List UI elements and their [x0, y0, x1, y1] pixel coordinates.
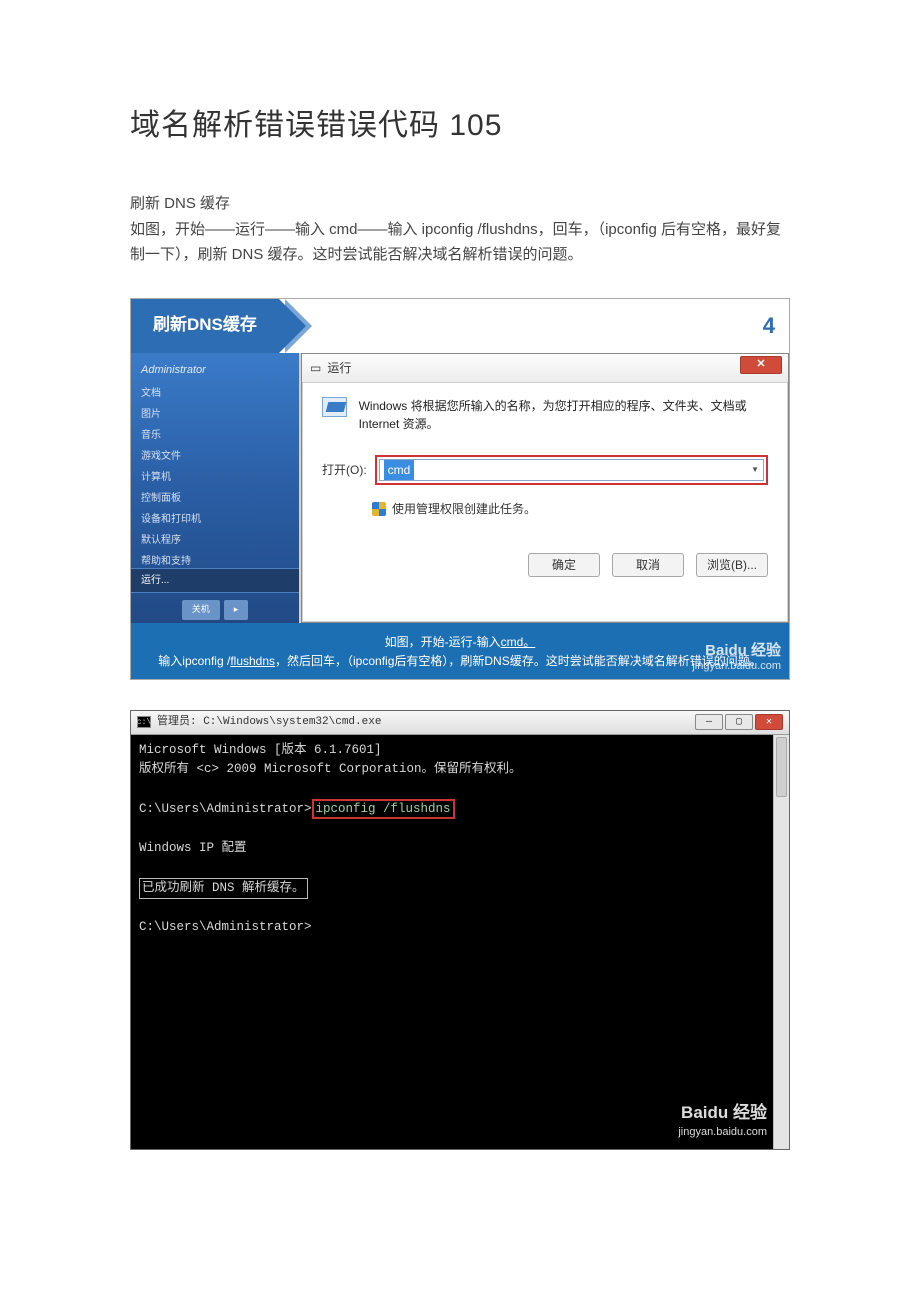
run-title-text: 运行 — [327, 358, 351, 378]
run-dialog-description: Windows 将根据您所输入的名称，为您打开相应的程序、文件夹、文档或 Int… — [359, 397, 768, 433]
section-heading: 刷新 DNS 缓存 — [130, 191, 790, 217]
run-dialog: ▭ 运行 ✕ Windows 将根据您所输入的名称，为您打开相应的程序、文件夹、… — [301, 353, 789, 623]
cmd-icon: c:\ — [137, 716, 151, 728]
highlight-box: ipconfig /flushdns — [312, 799, 455, 819]
step-number: 4 — [763, 307, 789, 344]
cmd-titlebar: c:\ 管理员: C:\Windows\system32\cmd.exe — ▢… — [131, 711, 789, 735]
browse-button[interactable]: 浏览(B)... — [696, 553, 768, 577]
shutdown-button[interactable]: 关机 — [182, 600, 220, 619]
screenshot-cmd: c:\ 管理员: C:\Windows\system32\cmd.exe — ▢… — [130, 710, 790, 1150]
start-item[interactable]: 设备和打印机 — [141, 511, 289, 528]
screenshot-caption: 如图，开始-运行-输入cmd。 输入ipconfig /flushdns，然后回… — [131, 623, 789, 679]
shutdown-options-button[interactable]: ▸ — [224, 600, 249, 619]
caption-text: flushdns — [230, 654, 275, 668]
start-menu: Administrator 文档 图片 音乐 游戏文件 计算机 控制面板 设备和… — [131, 353, 299, 623]
run-dialog-titlebar: ▭ 运行 ✕ — [302, 354, 788, 383]
highlight-box: cmd ▼ — [375, 455, 768, 485]
cmd-title-text: 管理员: C:\Windows\system32\cmd.exe — [157, 713, 381, 732]
scrollbar-thumb[interactable] — [776, 737, 787, 797]
watermark-url: jingyan.baidu.com — [692, 660, 781, 673]
start-item[interactable]: 计算机 — [141, 469, 289, 486]
close-button[interactable]: ✕ — [755, 714, 783, 730]
step-tab: 刷新DNS缓存 — [131, 299, 279, 353]
run-title-icon: ▭ — [310, 358, 321, 378]
cancel-button[interactable]: 取消 — [612, 553, 684, 577]
cmd-prompt: C:\Users\Administrator> — [139, 802, 312, 816]
start-item[interactable]: 文档 — [141, 385, 289, 402]
cmd-output[interactable]: Microsoft Windows [版本 6.1.7601] 版权所有 <c>… — [131, 735, 789, 944]
open-input-value: cmd — [384, 460, 415, 480]
watermark-brand: Baidu 经验 — [692, 642, 781, 660]
cmd-line: 已成功刷新 DNS 解析缓存。 — [139, 878, 308, 899]
run-dialog-icon — [322, 397, 347, 417]
start-menu-user: Administrator — [141, 361, 289, 380]
start-item[interactable]: 控制面板 — [141, 490, 289, 507]
intro-text: 如图，开始——运行——输入 cmd——输入 ipconfig /flushdns… — [130, 217, 790, 268]
open-label: 打开(O): — [322, 460, 367, 480]
step-label: 刷新DNS缓存 — [153, 311, 257, 340]
start-item[interactable]: 默认程序 — [141, 532, 289, 549]
step-bar: 刷新DNS缓存 4 — [131, 299, 789, 353]
cmd-line: Microsoft Windows [版本 6.1.7601] — [139, 743, 382, 757]
scrollbar[interactable] — [773, 735, 789, 1149]
start-shutdown[interactable]: 关机 ▸ — [131, 597, 299, 622]
dropdown-caret-icon[interactable]: ▼ — [751, 463, 759, 477]
start-item[interactable]: 音乐 — [141, 427, 289, 444]
ok-button[interactable]: 确定 — [528, 553, 600, 577]
minimize-button[interactable]: — — [695, 714, 723, 730]
watermark-url: jingyan.baidu.com — [678, 1125, 767, 1139]
caption-text: cmd。 — [501, 635, 536, 649]
caption-text: ，然后回车，（ipconfig后有空格），刷新DNS缓存。这时尝试能否解决域名解… — [275, 654, 762, 668]
uac-shield-icon — [372, 502, 386, 516]
cmd-line: Windows IP 配置 — [139, 841, 247, 855]
open-input[interactable]: cmd ▼ — [379, 459, 764, 481]
page-title: 域名解析错误错误代码 105 — [130, 100, 790, 151]
caption-text: 如图，开始-运行-输入 — [385, 635, 501, 649]
start-item[interactable]: 图片 — [141, 406, 289, 423]
maximize-button[interactable]: ▢ — [725, 714, 753, 730]
start-item[interactable]: 游戏文件 — [141, 448, 289, 465]
watermark-brand: Baidu 经验 — [678, 1102, 767, 1124]
caption-text: 输入ipconfig / — [158, 654, 230, 668]
cmd-line: 版权所有 <c> 2009 Microsoft Corporation。保留所有… — [139, 762, 522, 776]
watermark: Baidu 经验 jingyan.baidu.com — [678, 1102, 767, 1138]
close-button[interactable]: ✕ — [740, 356, 782, 374]
watermark: Baidu 经验 jingyan.baidu.com — [692, 642, 781, 673]
screenshot-run-dialog: 刷新DNS缓存 4 Administrator 文档 图片 音乐 游戏文件 计算… — [130, 298, 790, 680]
cmd-prompt: C:\Users\Administrator> — [139, 920, 312, 934]
admin-note: 使用管理权限创建此任务。 — [392, 499, 536, 519]
start-run-item[interactable]: 运行... — [131, 568, 299, 593]
